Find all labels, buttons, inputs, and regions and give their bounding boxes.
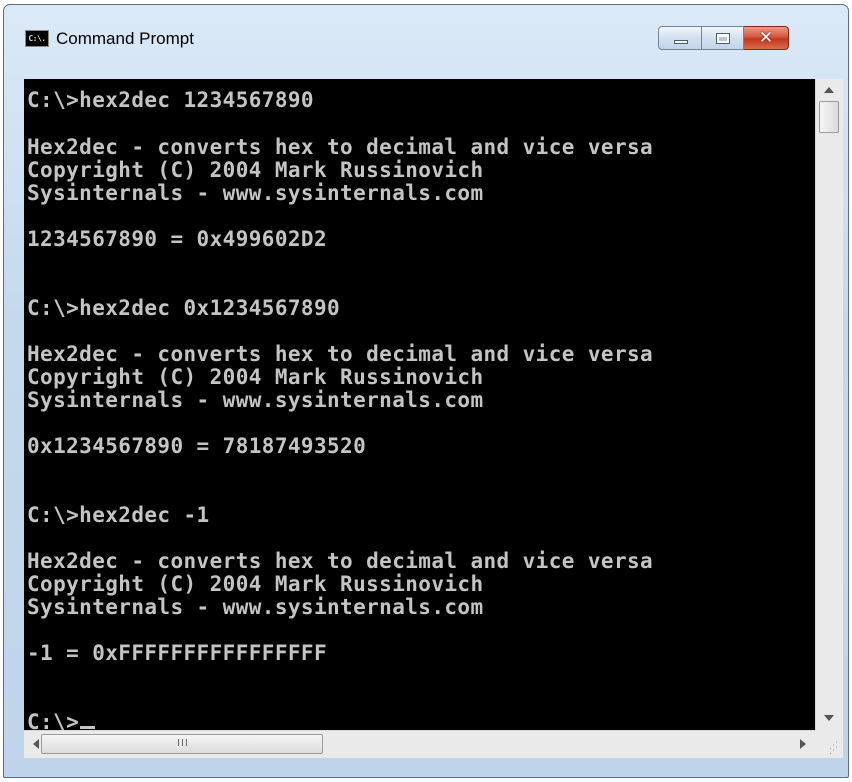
console-line: Copyright (C) 2004 Mark Russinovich [27,158,484,182]
console-line: -1 = 0xFFFFFFFFFFFFFFFF [27,641,327,665]
console-line: Sysinternals - www.sysinternals.com [27,388,484,412]
console-line: Sysinternals - www.sysinternals.com [27,595,484,619]
console-line: C:\>hex2dec 1234567890 [27,88,314,112]
vertical-scroll-thumb[interactable] [819,101,839,133]
console-line: Copyright (C) 2004 Mark Russinovich [27,572,484,596]
minimize-icon [674,40,688,44]
console-line: 1234567890 = 0x499602D2 [27,227,327,251]
horizontal-scrollbar[interactable]: III [24,730,815,758]
console-output[interactable]: C:\>hex2dec 1234567890 Hex2dec - convert… [24,79,815,730]
console-line: C:\>hex2dec 0x1234567890 [27,296,341,320]
maximize-icon [716,33,730,44]
console-line: Hex2dec - converts hex to decimal and vi… [27,135,654,159]
close-button[interactable]: ✕ [744,26,789,50]
console-line: 0x1234567890 = 78187493520 [27,434,367,458]
prompt-text: C:\> [27,710,80,731]
resize-grip-icon: ⋰ ⋰ [829,741,838,756]
title-bar[interactable]: C:\. Command Prompt ✕ [4,5,848,50]
horizontal-scroll-thumb[interactable]: III [41,734,323,754]
console-line: Copyright (C) 2004 Mark Russinovich [27,365,484,389]
console-line: Hex2dec - converts hex to decimal and vi… [27,549,654,573]
scroll-right-arrow-icon[interactable] [800,739,806,749]
minimize-button[interactable] [658,26,702,50]
vertical-scrollbar[interactable] [815,79,843,730]
resize-grip[interactable]: ⋰ ⋰ [815,730,843,758]
close-icon: ✕ [758,28,774,48]
scroll-up-arrow-icon[interactable] [824,87,834,93]
console-line: C:\>hex2dec -1 [27,503,210,527]
command-prompt-line[interactable]: C:\> [27,710,96,731]
window-title: Command Prompt [56,29,194,48]
console-line: Sysinternals - www.sysinternals.com [27,181,484,205]
console-line: Hex2dec - converts hex to decimal and vi… [27,342,654,366]
thumb-grip: III [177,738,189,749]
maximize-button[interactable] [702,26,744,50]
scroll-down-arrow-icon[interactable] [824,715,834,721]
text-cursor [80,726,96,729]
console-app-icon[interactable]: C:\. [25,30,49,47]
scroll-left-arrow-icon[interactable] [33,739,39,749]
